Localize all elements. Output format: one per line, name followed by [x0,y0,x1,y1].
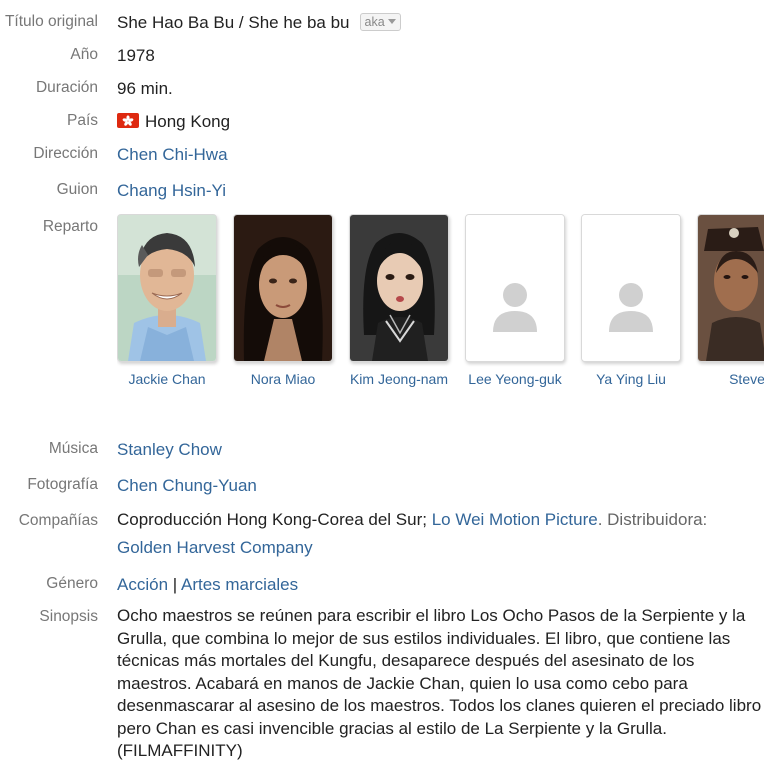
cast-photo-steve[interactable] [697,214,764,362]
label-companies: Compañías [18,512,98,529]
cast-member[interactable]: Nora Miao [233,214,333,389]
chevron-down-icon [387,19,396,24]
label-cast: Reparto [42,218,98,235]
label-duration: Duración [35,79,98,96]
cast-name-link[interactable]: Lee Yeong-guk [465,370,565,389]
label-synopsis: Sinopsis [39,608,98,625]
distributor-link[interactable]: Golden Harvest Company [117,538,313,557]
script-field: Chang Hsin-Yi [117,180,764,203]
cast-name-link[interactable]: Jackie Chan [117,370,217,389]
distributor-label: . Distribuidora: [597,510,708,529]
label-original-title: Título original [4,13,98,30]
music-field: Stanley Chow [117,439,764,462]
cast-name-link[interactable]: Ya Ying Liu [581,370,681,389]
cast-photo-placeholder[interactable] [465,214,565,362]
country-name: Hong Kong [145,112,231,131]
person-placeholder-icon [466,215,564,361]
cast-photo-kim-jeong-nam[interactable] [349,214,449,362]
duration-value: 96 min. [117,79,173,98]
label-country: País [66,112,98,129]
genre-separator: | [172,575,178,594]
cast-photo-placeholder[interactable] [581,214,681,362]
cast-member[interactable]: Steve [697,214,764,389]
original-title-text: She Hao Ba Bu / She he ba bu [117,13,350,32]
year-value: 1978 [117,46,155,65]
person-placeholder-icon [582,215,680,361]
director-field: Chen Chi-Hwa [117,144,764,167]
hong-kong-flag-icon [117,113,139,128]
cast-name-link[interactable]: Nora Miao [233,370,333,389]
cinematographer-link[interactable]: Chen Chung-Yuan [117,476,257,495]
label-music: Música [48,440,98,457]
coproduction-text: Coproducción Hong Kong-Corea del Sur; [117,510,427,529]
cast-member[interactable]: Ya Ying Liu [581,214,681,389]
label-year: Año [70,46,98,63]
producer-link[interactable]: Lo Wei Motion Picture [432,510,598,529]
cast-photo-jackie-chan[interactable] [117,214,217,362]
cast-name-link[interactable]: Steve [697,370,764,389]
aka-dropdown[interactable]: aka [359,13,401,31]
label-script: Guion [56,181,98,198]
composer-link[interactable]: Stanley Chow [117,440,222,459]
cast-member[interactable]: Lee Yeong-guk [465,214,565,389]
synopsis-text: Ocho maestros se reúnen para escribir el… [117,606,762,760]
script-writer-link[interactable]: Chang Hsin-Yi [117,181,226,200]
original-title-value: She Hao Ba Bu / She he ba bu aka [117,12,764,35]
genre-value: Acción | Artes marciales [117,574,764,597]
cast-photo-nora-miao[interactable] [233,214,333,362]
director-link[interactable]: Chen Chi-Hwa [117,145,228,164]
cast-member[interactable]: Jackie Chan [117,214,217,389]
country-value: Hong Kong [117,111,764,134]
label-genre: Género [46,575,98,592]
cast-member[interactable]: Kim Jeong-nam [349,214,449,389]
aka-label: aka [364,15,385,29]
companies-value: Coproducción Hong Kong-Corea del Sur; Lo… [117,506,737,562]
cast-name-link[interactable]: Kim Jeong-nam [349,370,449,389]
label-photography: Fotografía [27,476,98,493]
label-direction: Dirección [33,145,98,162]
cast-carousel[interactable]: Jackie Chan Nora Miao Kim Jeong-nam Lee … [117,214,764,414]
photography-field: Chen Chung-Yuan [117,475,764,498]
genre-link-martial-arts[interactable]: Artes marciales [181,575,298,594]
genre-link-action[interactable]: Acción [117,575,168,594]
